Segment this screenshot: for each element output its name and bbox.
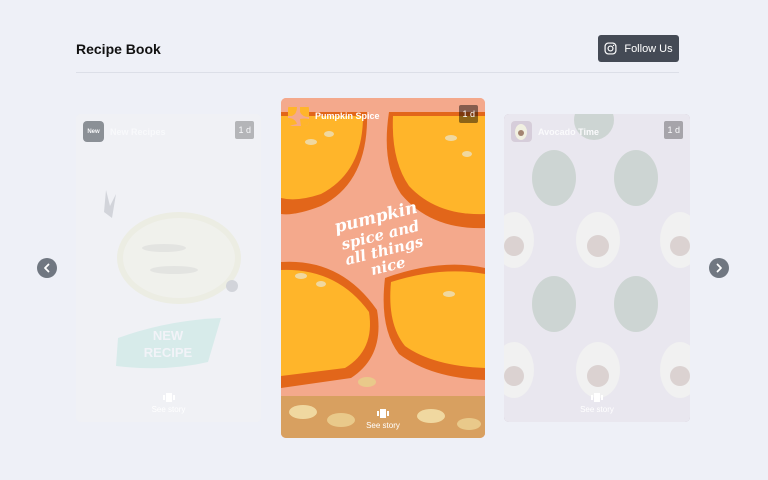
story-card-pumpkin-spice[interactable]: pumpkin spice and all things nice Pumpki… <box>281 98 485 438</box>
chevron-left-icon <box>44 263 50 273</box>
see-story-label: See story <box>151 405 186 414</box>
story-age-badge: 1 d <box>459 105 478 123</box>
next-story-button[interactable] <box>709 258 729 278</box>
follow-us-label: Follow Us <box>624 42 673 55</box>
previous-story-button[interactable] <box>37 258 57 278</box>
see-story-button[interactable]: See story <box>281 409 485 430</box>
avatar <box>288 105 309 126</box>
story-icon <box>162 393 175 402</box>
story-icon <box>377 409 389 418</box>
see-story-button[interactable]: See story <box>76 393 261 414</box>
see-story-button[interactable]: See story <box>504 393 690 414</box>
fade-overlay <box>504 114 690 422</box>
story-image-pumpkin-spice: pumpkin spice and all things nice <box>281 98 485 438</box>
story-icon <box>591 393 603 402</box>
story-name: Pumpkin Spice <box>315 110 380 121</box>
see-story-label: See story <box>366 421 400 430</box>
page-header: Recipe Book Follow Us <box>76 35 679 73</box>
instagram-icon <box>604 42 617 55</box>
fade-overlay <box>76 114 261 422</box>
story-header: Pumpkin Spice 1 d <box>288 105 478 126</box>
story-card-new-recipes[interactable]: NEW RECIPE New New Recipes 1 d See story <box>76 114 261 422</box>
chevron-right-icon <box>716 263 722 273</box>
follow-us-button[interactable]: Follow Us <box>598 35 679 62</box>
story-card-avocado-time[interactable]: Avocado Time 1 d See story <box>504 114 690 422</box>
see-story-label: See story <box>580 405 614 414</box>
page-title: Recipe Book <box>76 41 161 57</box>
